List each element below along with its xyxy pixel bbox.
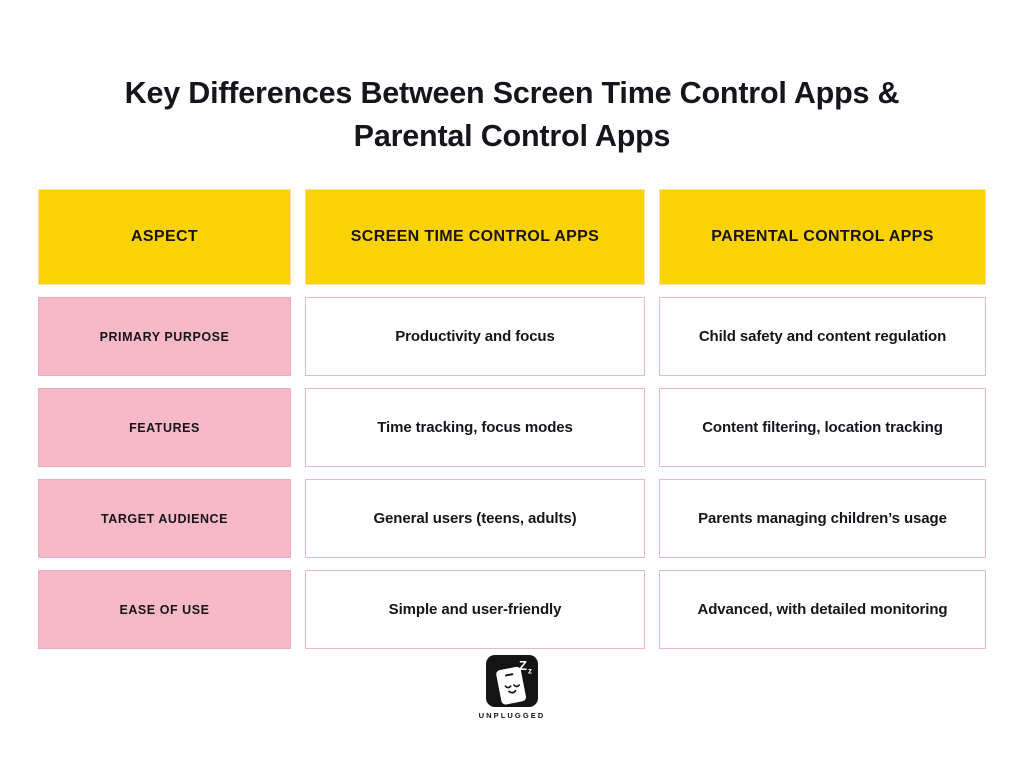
page-title: Key Differences Between Screen Time Cont…	[72, 72, 952, 158]
table-cell-screen-time: Productivity and focus	[305, 297, 645, 376]
table-cell-screen-time: Time tracking, focus modes	[305, 388, 645, 467]
table-cell-aspect: FEATURES	[38, 388, 291, 467]
table-cell-aspect: EASE OF USE	[38, 570, 291, 649]
table-row: PRIMARY PURPOSE Productivity and focus C…	[38, 297, 986, 376]
table-cell-aspect: PRIMARY PURPOSE	[38, 297, 291, 376]
comparison-table: ASPECT SCREEN TIME CONTROL APPS PARENTAL…	[38, 189, 986, 649]
table-cell-parental: Child safety and content regulation	[659, 297, 986, 376]
table-header-row: ASPECT SCREEN TIME CONTROL APPS PARENTAL…	[38, 189, 986, 285]
svg-text:z: z	[528, 667, 532, 676]
page-title-line-2: Parental Control Apps	[353, 119, 671, 153]
column-gap	[291, 189, 305, 285]
page-title-line-1: Key Differences Between Screen Time Cont…	[124, 76, 900, 110]
table-header-aspect: ASPECT	[38, 189, 291, 285]
table-header-parental: PARENTAL CONTROL APPS	[659, 189, 986, 285]
table-cell-screen-time: Simple and user-friendly	[305, 570, 645, 649]
table-cell-parental: Advanced, with detailed monitoring	[659, 570, 986, 649]
sleeping-phone-glyph: Z z	[496, 658, 532, 705]
table-cell-parental: Content filtering, location tracking	[659, 388, 986, 467]
table-row: FEATURES Time tracking, focus modes Cont…	[38, 388, 986, 467]
column-gap	[291, 479, 305, 558]
column-gap	[645, 570, 659, 649]
column-gap	[291, 388, 305, 467]
column-gap	[645, 479, 659, 558]
table-row: EASE OF USE Simple and user-friendly Adv…	[38, 570, 986, 649]
column-gap	[291, 570, 305, 649]
table-row: TARGET AUDIENCE General users (teens, ad…	[38, 479, 986, 558]
column-gap	[645, 297, 659, 376]
column-gap	[645, 388, 659, 467]
sleeping-phone-icon: Z z	[486, 655, 538, 707]
column-gap	[645, 189, 659, 285]
svg-text:Z: Z	[519, 658, 527, 673]
table-header-screen-time: SCREEN TIME CONTROL APPS	[305, 189, 645, 285]
brand-logo: Z z UNPLUGGED	[0, 655, 1024, 720]
column-gap	[291, 297, 305, 376]
brand-wordmark: UNPLUGGED	[478, 711, 546, 720]
table-cell-parental: Parents managing children’s usage	[659, 479, 986, 558]
table-cell-aspect: TARGET AUDIENCE	[38, 479, 291, 558]
table-cell-screen-time: General users (teens, adults)	[305, 479, 645, 558]
